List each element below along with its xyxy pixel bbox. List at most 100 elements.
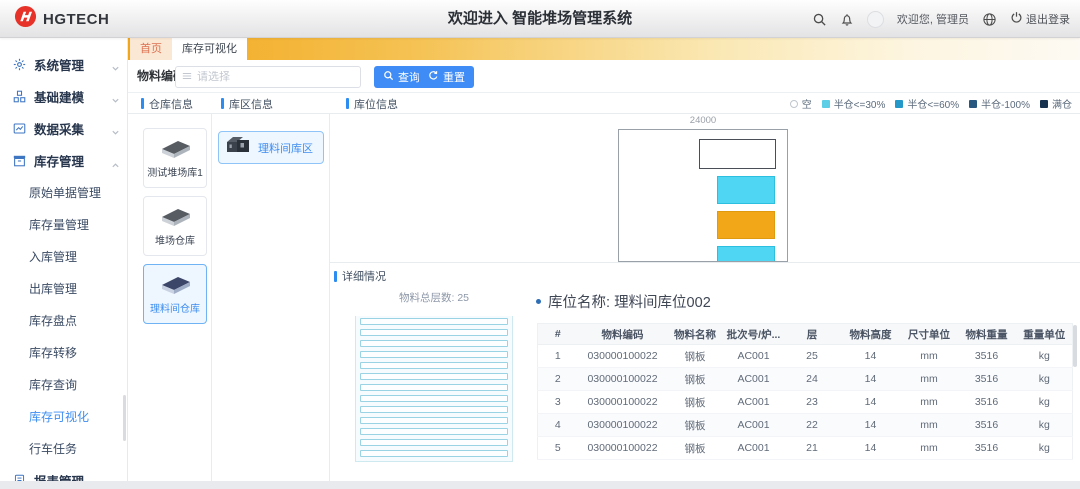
warehouse-card[interactable]: 理料间仓库 — [143, 264, 207, 324]
warehouse-name: 堆场仓库 — [155, 236, 195, 247]
table-cell: mm — [902, 368, 957, 391]
detail-panel: 详细情况 物料总层数: 25 库位名称: 理料间库位002 #物料编码物料名称批… — [330, 262, 1080, 481]
table-cell: 钢板 — [668, 391, 723, 414]
app-root: HGTECH 欢迎进入 智能堆场管理系统 欢迎您, 管理员 退出登录 系统管理基… — [0, 0, 1080, 489]
warehouse-name: 理料间仓库 — [150, 304, 200, 315]
sidebar: 系统管理基础建模数据采集库存管理原始单据管理库存量管理入库管理出库管理库存盘点库… — [0, 38, 128, 489]
stack-layer — [360, 329, 508, 336]
warehouse-slab-icon — [156, 206, 194, 233]
table-cell: 030000100022 — [578, 414, 668, 437]
table-cell: 钢板 — [668, 437, 723, 460]
sidebar-item-label: 数据采集 — [34, 119, 84, 138]
warehouse-card[interactable]: 堆场仓库 — [143, 196, 207, 256]
sidebar-item-9[interactable]: 库存转移 — [0, 336, 127, 368]
legend-item: 空 — [790, 96, 812, 111]
logo[interactable]: HGTECH — [14, 0, 109, 38]
table-cell: 24 — [785, 368, 840, 391]
material-code-input[interactable] — [197, 71, 354, 83]
sidebar-item-3[interactable]: 库存管理 — [0, 144, 127, 176]
reset-button[interactable]: 重置 — [419, 66, 474, 88]
table-row[interactable]: 5030000100022钢板AC0012114mm3516kg — [538, 437, 1073, 460]
globe-icon[interactable] — [982, 12, 997, 27]
welcome-text: 欢迎您, 管理员 — [897, 11, 969, 27]
power-icon — [1010, 11, 1023, 27]
sidebar-item-12[interactable]: 行车任务 — [0, 432, 127, 464]
sidebar-item-label: 基础建模 — [34, 87, 84, 106]
fill-level-legend: 空半仓<=30%半仓<=60%半仓-100%满仓 — [790, 93, 1072, 114]
stack-layer — [360, 318, 508, 325]
sidebar-item-4[interactable]: 原始单据管理 — [0, 176, 127, 208]
stack-layer — [360, 362, 508, 369]
section-bar — [221, 98, 224, 109]
table-cell: 3516 — [957, 345, 1017, 368]
sidebar-item-0[interactable]: 系统管理 — [0, 48, 127, 80]
slot-box-orange[interactable] — [717, 211, 775, 239]
table-cell: 14 — [840, 345, 902, 368]
sidebar-scrollbar[interactable] — [123, 395, 126, 441]
total-layers-value: 25 — [457, 292, 469, 304]
table-row[interactable]: 4030000100022钢板AC0012214mm3516kg — [538, 414, 1073, 437]
table-header-cell: 物料编码 — [578, 324, 668, 345]
sidebar-item-8[interactable]: 库存盘点 — [0, 304, 127, 336]
sidebar-item-2[interactable]: 数据采集 — [0, 112, 127, 144]
sidebar-item-label: 库存可视化 — [29, 408, 89, 425]
legend-swatch — [790, 100, 798, 108]
logout-button[interactable]: 退出登录 — [1010, 11, 1070, 27]
table-row[interactable]: 3030000100022钢板AC0012314mm3516kg — [538, 391, 1073, 414]
sidebar-item-5[interactable]: 库存量管理 — [0, 208, 127, 240]
sidebar-item-11[interactable]: 库存可视化 — [0, 400, 127, 432]
warehouse-card[interactable]: 测试堆场库1 — [143, 128, 207, 188]
chart-icon — [13, 122, 27, 135]
legend-swatch — [1040, 100, 1048, 108]
material-table: #物料编码物料名称批次号/炉...层物料高度尺寸单位物料重量重量单位103000… — [537, 323, 1073, 460]
tab-bar: 首页库存可视化 — [128, 38, 1080, 60]
sidebar-item-label: 库存转移 — [29, 344, 77, 361]
table-cell: mm — [902, 414, 957, 437]
table-row[interactable]: 1030000100022钢板AC0012514mm3516kg — [538, 345, 1073, 368]
reset-icon — [428, 70, 439, 84]
sidebar-item-7[interactable]: 出库管理 — [0, 272, 127, 304]
sidebar-item-label: 库存查询 — [29, 376, 77, 393]
table-header-cell: 物料名称 — [668, 324, 723, 345]
table-header-cell: 批次号/炉... — [723, 324, 785, 345]
area-card[interactable]: 理料间库区 — [218, 131, 324, 164]
content-area: 测试堆场库1堆场仓库理料间仓库 理料间库区 24000 详细情况 物料总层数: … — [128, 114, 1080, 481]
table-cell: kg — [1017, 391, 1073, 414]
slot-box-cyan[interactable] — [717, 176, 775, 204]
stack-layer — [360, 450, 508, 457]
slot-box-cyan[interactable] — [717, 246, 775, 262]
tab-home[interactable]: 首页 — [130, 38, 172, 60]
section-bar — [346, 98, 349, 109]
slot-dimension-label: 24000 — [618, 115, 788, 126]
table-cell: 14 — [840, 368, 902, 391]
sidebar-item-6[interactable]: 入库管理 — [0, 240, 127, 272]
material-table-wrap: #物料编码物料名称批次号/炉...层物料高度尺寸单位物料重量重量单位103000… — [537, 323, 1073, 460]
table-cell: kg — [1017, 368, 1073, 391]
sidebar-item-10[interactable]: 库存查询 — [0, 368, 127, 400]
table-cell: 5 — [538, 437, 578, 460]
stack-layer — [360, 395, 508, 402]
warehouse-slab-icon — [156, 274, 194, 301]
legend-label: 半仓<=30% — [834, 96, 886, 111]
warehouse-list: 测试堆场库1 堆场仓库理料间仓库 — [143, 128, 207, 332]
tab-inventory-visualization[interactable]: 库存可视化 — [172, 38, 247, 60]
table-cell: 2 — [538, 368, 578, 391]
sidebar-item-label: 出库管理 — [29, 280, 77, 297]
section-title-warehouse: 仓库信息 — [141, 93, 193, 114]
slot-box-empty[interactable] — [699, 139, 776, 169]
slot-layout-diagram — [618, 129, 788, 262]
sidebar-item-1[interactable]: 基础建模 — [0, 80, 127, 112]
header-actions: 欢迎您, 管理员 退出登录 — [812, 0, 1070, 38]
table-row[interactable]: 2030000100022钢板AC0012414mm3516kg — [538, 368, 1073, 391]
table-scrollbar[interactable] — [1073, 325, 1077, 367]
table-header-cell: 尺寸单位 — [902, 324, 957, 345]
warehouse-slab-icon — [156, 138, 194, 165]
section-title-area: 库区信息 — [221, 93, 273, 114]
bell-icon[interactable] — [840, 12, 854, 27]
warehouse-area-icon — [225, 135, 252, 160]
layer-stack-diagram — [355, 316, 513, 462]
slot-name-value: 理料间库位002 — [614, 295, 711, 311]
avatar[interactable] — [867, 11, 884, 28]
search-icon[interactable] — [812, 12, 827, 27]
sidebar-item-label: 库存盘点 — [29, 312, 77, 329]
